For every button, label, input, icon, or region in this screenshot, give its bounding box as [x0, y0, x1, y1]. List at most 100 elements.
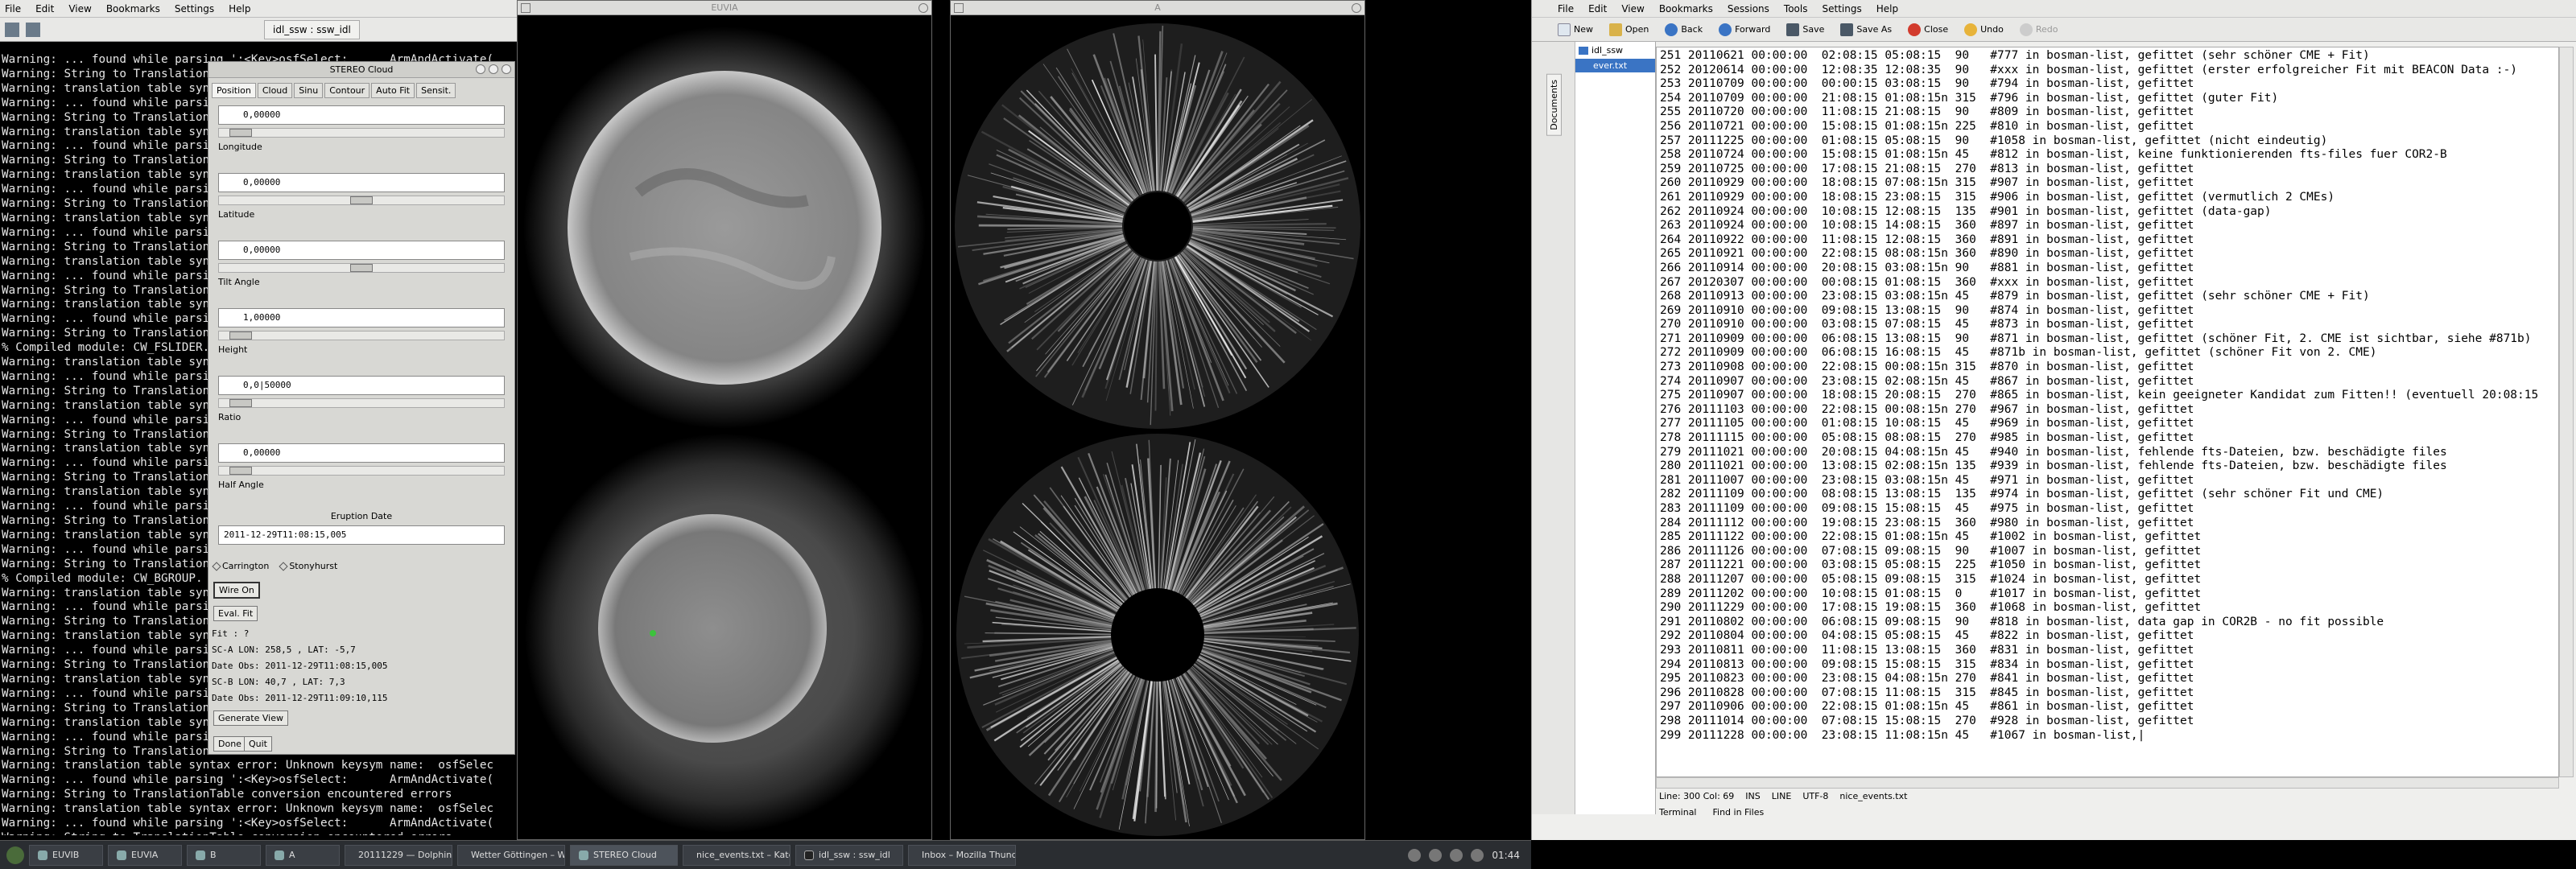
open-button[interactable]: Open [1609, 23, 1649, 36]
radio-carrington[interactable]: Carrington [212, 561, 269, 571]
app-launcher-icon[interactable] [6, 846, 24, 864]
tilt-angle-input[interactable]: 1,00000 [218, 308, 505, 327]
find-in-files-tool-tab[interactable]: Find in Files [1713, 807, 1765, 818]
latitude-slider[interactable] [218, 263, 505, 273]
window-menu-icon[interactable] [954, 3, 964, 13]
cor2-a-panel[interactable] [951, 15, 1364, 430]
insert-mode[interactable]: INS [1745, 791, 1760, 801]
task-idl[interactable]: idl_ssw : ssw_idl [795, 844, 903, 866]
task-dolphin[interactable]: 20111229 — Dolphin [345, 844, 452, 866]
close-icon[interactable] [1352, 3, 1361, 13]
undo-button[interactable]: Undo [1964, 23, 2004, 36]
slider-knob[interactable] [229, 129, 253, 137]
radio-stonyhurst[interactable]: Stonyhurst [279, 561, 337, 571]
menu-view[interactable]: View [68, 3, 91, 14]
documents-side-tab[interactable]: Documents [1546, 74, 1562, 136]
terminal-tool-tab[interactable]: Terminal [1659, 807, 1697, 818]
task-wetter[interactable]: Wetter Göttingen – Wo... [457, 844, 565, 866]
ratio-slider[interactable] [218, 466, 505, 476]
window-menu-icon[interactable] [521, 3, 530, 13]
tab-contour[interactable]: Contour [324, 83, 370, 98]
done-button[interactable]: Done [213, 736, 246, 752]
task-kate[interactable]: nice_events.txt – Kate [683, 844, 791, 866]
task-a[interactable]: A [266, 844, 340, 866]
selection-mode[interactable]: LINE [1772, 791, 1792, 801]
menu-edit[interactable]: Edit [35, 3, 54, 14]
menu-bookmarks[interactable]: Bookmarks [1659, 3, 1713, 14]
vertical-scrollbar[interactable] [2559, 47, 2574, 777]
terminal-tab[interactable]: idl_ssw : ssw_idl [264, 19, 360, 39]
editor-text[interactable]: 251 20110621 00:00:00 02:08:15 05:08:15 … [1657, 47, 2558, 743]
network-icon[interactable] [1408, 848, 1422, 862]
stereo-title-bar[interactable]: STEREO Cloud [208, 62, 514, 78]
cor-title-bar[interactable]: A [951, 1, 1364, 15]
maximize-icon[interactable] [489, 64, 498, 74]
menu-help[interactable]: Help [229, 3, 250, 14]
slider-knob[interactable] [229, 332, 253, 340]
euvi-b-panel[interactable] [518, 432, 931, 839]
first-slider[interactable] [218, 128, 505, 138]
new-button[interactable]: New [1558, 23, 1593, 36]
longitude-input[interactable]: 0,00000 [218, 173, 505, 192]
menu-help[interactable]: Help [1876, 3, 1898, 14]
tree-item-idl-ssw[interactable]: idl_ssw [1575, 42, 1655, 59]
menu-edit[interactable]: Edit [1588, 3, 1607, 14]
task-euvia[interactable]: EUVIA [108, 844, 182, 866]
euvi-window[interactable]: EUVIA [517, 0, 932, 840]
menu-settings[interactable]: Settings [175, 3, 214, 14]
slider-knob[interactable] [350, 264, 373, 272]
cor2-b-panel[interactable] [951, 432, 1364, 839]
menu-tools[interactable]: Tools [1784, 3, 1808, 14]
save-button[interactable]: Save [1786, 23, 1824, 36]
menu-bookmarks[interactable]: Bookmarks [106, 3, 160, 14]
redo-button[interactable]: Redo [2019, 23, 2058, 36]
close-button[interactable]: Close [1908, 23, 1948, 36]
split-view-icon[interactable] [26, 22, 40, 37]
tab-sensit[interactable]: Sensit. [416, 83, 456, 98]
latitude-input[interactable]: 0,00000 [218, 241, 505, 260]
tab-cloud[interactable]: Cloud [257, 83, 293, 98]
minimize-icon[interactable] [476, 64, 485, 74]
menu-file[interactable]: File [1558, 3, 1574, 14]
tree-item-ever[interactable]: ever.txt [1575, 59, 1655, 72]
editor-document[interactable]: 251 20110621 00:00:00 02:08:15 05:08:15 … [1656, 47, 2559, 777]
close-icon[interactable] [919, 3, 928, 13]
notifications-icon[interactable] [1471, 848, 1484, 862]
task-b[interactable]: B [187, 844, 261, 866]
generate-view-button[interactable]: Generate View [213, 710, 288, 726]
slider-knob[interactable] [229, 399, 253, 407]
slider-knob[interactable] [229, 467, 253, 475]
encoding[interactable]: UTF-8 [1802, 791, 1828, 801]
menu-sessions[interactable]: Sessions [1728, 3, 1769, 14]
tab-position[interactable]: Position [212, 83, 256, 98]
height-input[interactable]: 0,0|50000 [218, 376, 505, 395]
euvi-title-bar[interactable]: EUVIA [518, 1, 931, 15]
slider-knob[interactable] [350, 196, 373, 204]
wire-on-button[interactable]: Wire On [213, 582, 260, 599]
tab-auto-fit[interactable]: Auto Fit [371, 83, 415, 98]
eruption-date-input[interactable]: 2011-12-29T11:08:15,005 [218, 525, 505, 545]
horizontal-scrollbar[interactable] [1656, 777, 2559, 789]
forward-button[interactable]: Forward [1719, 23, 1770, 36]
menu-view[interactable]: View [1621, 3, 1644, 14]
height-slider[interactable] [218, 398, 505, 408]
back-button[interactable]: Back [1665, 23, 1703, 36]
euvi-a-panel[interactable] [518, 15, 931, 430]
close-icon[interactable] [502, 64, 511, 74]
stereo-cloud-dialog[interactable]: STEREO Cloud Position Cloud Sinu Contour… [208, 61, 515, 755]
quit-button[interactable]: Quit [244, 736, 272, 752]
cor-window[interactable]: A [950, 0, 1365, 840]
tab-sinu[interactable]: Sinu [294, 83, 324, 98]
task-euvib[interactable]: EUVIB [29, 844, 103, 866]
first-value-input[interactable]: 0,00000 [218, 105, 505, 125]
ratio-input[interactable]: 0,00000 [218, 443, 505, 463]
save-as-button[interactable]: Save As [1840, 23, 1892, 36]
task-thunderbird[interactable]: Inbox – Mozilla Thunder... [908, 844, 1016, 866]
battery-icon[interactable] [1450, 848, 1463, 862]
clock[interactable]: 01:44 [1492, 850, 1520, 861]
longitude-slider[interactable] [218, 196, 505, 205]
menu-settings[interactable]: Settings [1822, 3, 1861, 14]
menu-file[interactable]: File [5, 3, 21, 14]
eval-fit-button[interactable]: Eval. Fit [213, 606, 258, 621]
new-tab-icon[interactable] [5, 22, 19, 37]
